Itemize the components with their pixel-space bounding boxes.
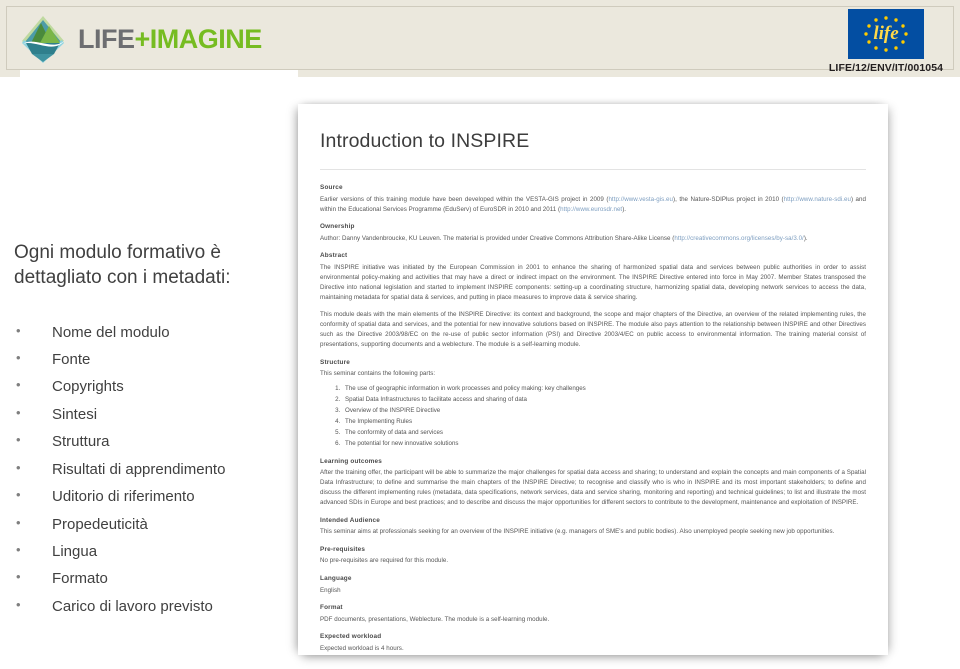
- list-item-label: Fonte: [52, 350, 91, 368]
- title-divider: [320, 169, 866, 170]
- section-text-learning-outcomes: After the training offer, the participan…: [320, 469, 866, 507]
- section-heading-structure: Structure: [320, 358, 351, 366]
- eu-life-flag-icon: life: [848, 9, 924, 59]
- list-item-label: Nome del modulo: [52, 323, 170, 341]
- structure-ordered-list: The use of geographic information in wor…: [320, 383, 866, 449]
- bullet-dot-icon: •: [16, 542, 21, 558]
- bullet-dot-icon: •: [16, 487, 21, 503]
- bullet-dot-icon: •: [16, 404, 21, 420]
- svg-text:life: life: [873, 23, 899, 44]
- list-item: • Sintesi: [14, 401, 286, 428]
- ownership-text-1: Author: Danny Vandenbroucke, KU Leuven. …: [320, 234, 675, 242]
- section-text-abstract-2: This module deals with the main elements…: [320, 310, 866, 348]
- list-item: • Uditorio di riferimento: [14, 483, 286, 510]
- eu-life-logo-group: life LIFE/12/ENV/IT/001054: [828, 9, 944, 74]
- section-text-expected-workload: Expected workload is 4 hours.: [320, 644, 404, 652]
- list-item: • Nome del modulo: [14, 319, 286, 346]
- list-item: • Struttura: [14, 428, 286, 455]
- brand-wordmark: LIFE+IMAGINE: [78, 23, 263, 54]
- source-text-1: Earlier versions of this training module…: [320, 195, 609, 203]
- list-item: • Propedeuticità: [14, 511, 286, 538]
- list-item: The conformity of data and services: [342, 427, 866, 438]
- section-text-structure-intro: This seminar contains the following part…: [320, 370, 436, 378]
- list-item-label: Risultati di apprendimento: [52, 460, 226, 478]
- section-heading-language: Language: [320, 575, 352, 583]
- list-item: The use of geographic information in wor…: [342, 383, 866, 394]
- list-item: Overview of the INSPIRE Directive: [342, 405, 866, 416]
- list-item: Spatial Data Infrastructures to facilita…: [342, 394, 866, 405]
- life-imagine-diamond-logo-icon: [14, 10, 72, 68]
- list-item-label: Uditorio di riferimento: [52, 488, 195, 506]
- brand-life-text: LIFE: [78, 23, 135, 54]
- metadata-bullet-list: • Nome del modulo • Fonte • Copyrights • Sin…: [14, 319, 286, 621]
- bullet-dot-icon: •: [16, 322, 21, 338]
- page-heading: Ogni modulo formativo è dettagliato con …: [14, 242, 231, 289]
- list-item: • Lingua: [14, 538, 286, 565]
- section-heading-prerequisites: Pre-requisites: [320, 545, 366, 553]
- left-text-column: Ogni modulo formativo è dettagliato con …: [14, 240, 286, 620]
- section-heading-abstract: Abstract: [320, 252, 348, 260]
- ownership-text-2: ).: [803, 234, 808, 242]
- brand-imagine-text: +IMAGINE: [134, 23, 263, 54]
- section-text-abstract-1: The INSPIRE initiative was initiated by …: [320, 263, 866, 301]
- bullet-dot-icon: •: [16, 432, 21, 448]
- section-heading-intended-audience: Intended Audience: [320, 516, 380, 524]
- source-text-4: ).: [622, 205, 627, 213]
- document-title: Introduction to INSPIRE: [320, 130, 530, 152]
- source-link-2[interactable]: http://www.nature-sdi.eu: [784, 196, 851, 203]
- section-text-format: PDF documents, presentations, Weblecture…: [320, 615, 550, 623]
- section-heading-ownership: Ownership: [320, 223, 355, 231]
- bullet-dot-icon: •: [16, 596, 21, 612]
- section-text-ownership: Author: Danny Vandenbroucke, KU Leuven. …: [320, 234, 866, 244]
- section-heading-format: Format: [320, 604, 343, 612]
- list-item-label: Copyrights: [52, 378, 124, 396]
- section-text-prerequisites: No pre-requisites are required for this …: [320, 557, 449, 565]
- project-code-label: LIFE/12/ENV/IT/001054: [828, 62, 944, 74]
- section-text-intended-audience: This seminar aims at professionals seeki…: [320, 528, 835, 536]
- list-item: • Carico di lavoro previsto: [14, 593, 286, 620]
- source-link-1[interactable]: http://www.vesta-gis.eu: [608, 196, 673, 203]
- list-item-label: Lingua: [52, 543, 98, 561]
- section-text-language: English: [320, 586, 341, 594]
- list-item-label: Sintesi: [52, 405, 98, 423]
- header-white-notch: [20, 70, 298, 94]
- list-item: • Formato: [14, 565, 286, 592]
- section-heading-source: Source: [320, 184, 343, 191]
- list-item-label: Carico di lavoro previsto: [52, 597, 213, 615]
- section-heading-expected-workload: Expected workload: [320, 633, 382, 641]
- bullet-dot-icon: •: [16, 349, 21, 365]
- brand-logo-group: LIFE+IMAGINE: [14, 10, 262, 68]
- bullet-dot-icon: •: [16, 569, 21, 585]
- list-item: The Implementing Rules: [342, 416, 866, 427]
- section-text-source: Earlier versions of this training module…: [320, 195, 866, 215]
- bullet-dot-icon: •: [16, 514, 21, 530]
- section-heading-learning-outcomes: Learning outcomes: [320, 457, 383, 465]
- source-text-2: ), the Nature-SDIPlus project in 2010 (: [673, 195, 784, 203]
- bullet-dot-icon: •: [16, 377, 21, 393]
- list-item-label: Formato: [52, 570, 108, 588]
- module-metadata-document-panel: Introduction to INSPIRE Source Earlier v…: [298, 104, 888, 655]
- list-item: • Copyrights: [14, 373, 286, 400]
- list-item-label: Struttura: [52, 433, 110, 451]
- list-item-label: Propedeuticità: [52, 515, 148, 533]
- ownership-license-link[interactable]: http://creativecommons.org/licenses/by-s…: [674, 235, 803, 242]
- list-item: • Fonte: [14, 346, 286, 373]
- bullet-dot-icon: •: [16, 459, 21, 475]
- list-item: • Risultati di apprendimento: [14, 456, 286, 483]
- source-link-3[interactable]: http://www.eurosdr.net: [560, 206, 622, 213]
- list-item: The potential for new innovative solutio…: [342, 438, 866, 449]
